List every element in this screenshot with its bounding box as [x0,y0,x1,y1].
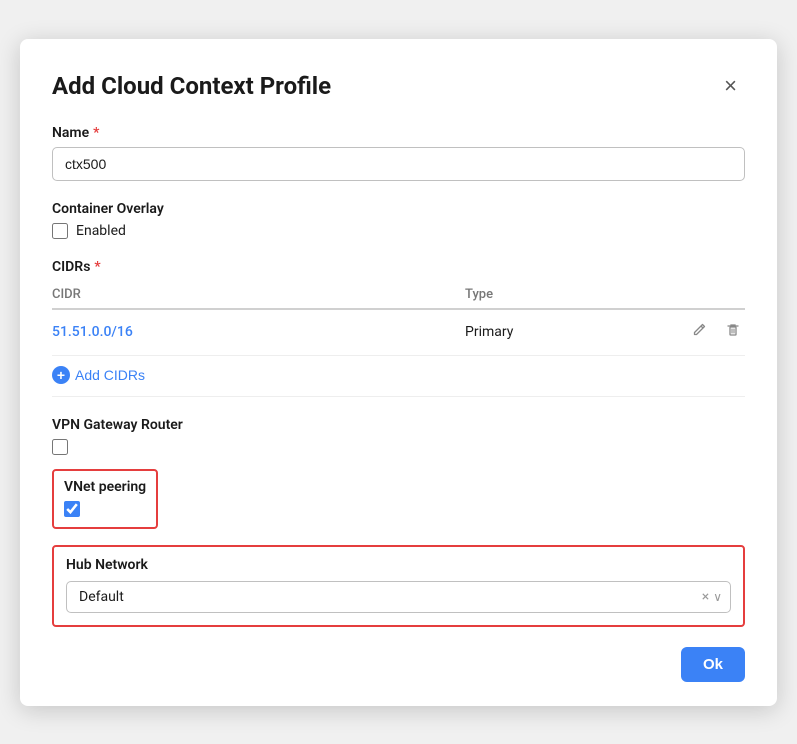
select-clear-icon[interactable]: × [702,589,709,605]
chevron-down-icon[interactable]: ∨ [713,590,722,604]
name-required-star: * [93,125,99,141]
vpn-gateway-router-group: VPN Gateway Router [52,417,745,455]
add-cloud-context-profile-modal: Add Cloud Context Profile × Name * Conta… [20,39,777,706]
vnet-peering-checkbox-row [64,501,146,517]
col-type: Type [465,281,685,309]
select-icons: × ∨ [702,589,722,605]
cidr-actions [685,320,745,345]
cidrs-required-star: * [94,259,100,275]
modal-title: Add Cloud Context Profile [52,72,331,100]
hub-network-section: Hub Network Default × ∨ [52,545,745,627]
vpn-gateway-router-checkbox-row [52,439,745,455]
name-input[interactable] [52,147,745,181]
edit-cidr-button[interactable] [687,320,711,345]
table-row: 51.51.0.0/16 Primary [52,309,745,356]
cidrs-group: CIDRs * CIDR Type 51.51.0.0/16 Primary [52,259,745,397]
cidrs-label: CIDRs * [52,259,745,275]
name-field-group: Name * [52,125,745,181]
container-overlay-checkbox-label: Enabled [76,223,126,239]
container-overlay-label: Container Overlay [52,201,745,217]
cidr-table: CIDR Type 51.51.0.0/16 Primary [52,281,745,356]
container-overlay-group: Container Overlay Enabled [52,201,745,239]
vnet-peering-checkbox[interactable] [64,501,80,517]
close-button[interactable]: × [716,71,745,101]
col-actions [685,281,745,309]
col-cidr: CIDR [52,281,465,309]
vpn-gateway-router-label: VPN Gateway Router [52,417,745,433]
hub-network-select[interactable]: Default × ∨ [66,581,731,613]
delete-cidr-button[interactable] [721,320,745,345]
modal-header: Add Cloud Context Profile × [52,71,745,101]
add-icon: + [52,366,70,384]
delete-icon [725,322,741,338]
vnet-peering-section: VNet peering [52,469,158,529]
ok-button[interactable]: Ok [681,647,745,682]
vpn-gateway-router-checkbox[interactable] [52,439,68,455]
add-cidrs-row: + Add CIDRs [52,366,745,397]
name-label: Name * [52,125,745,141]
container-overlay-checkbox[interactable] [52,223,68,239]
modal-footer: Ok [52,647,745,682]
container-overlay-checkbox-row: Enabled [52,223,745,239]
cidr-type: Primary [465,309,685,356]
hub-network-label: Hub Network [66,557,731,573]
vnet-peering-label: VNet peering [64,479,146,495]
cidr-value[interactable]: 51.51.0.0/16 [52,324,133,340]
edit-icon [691,322,707,338]
hub-network-value: Default [79,589,694,605]
add-cidrs-button[interactable]: + Add CIDRs [52,366,145,384]
